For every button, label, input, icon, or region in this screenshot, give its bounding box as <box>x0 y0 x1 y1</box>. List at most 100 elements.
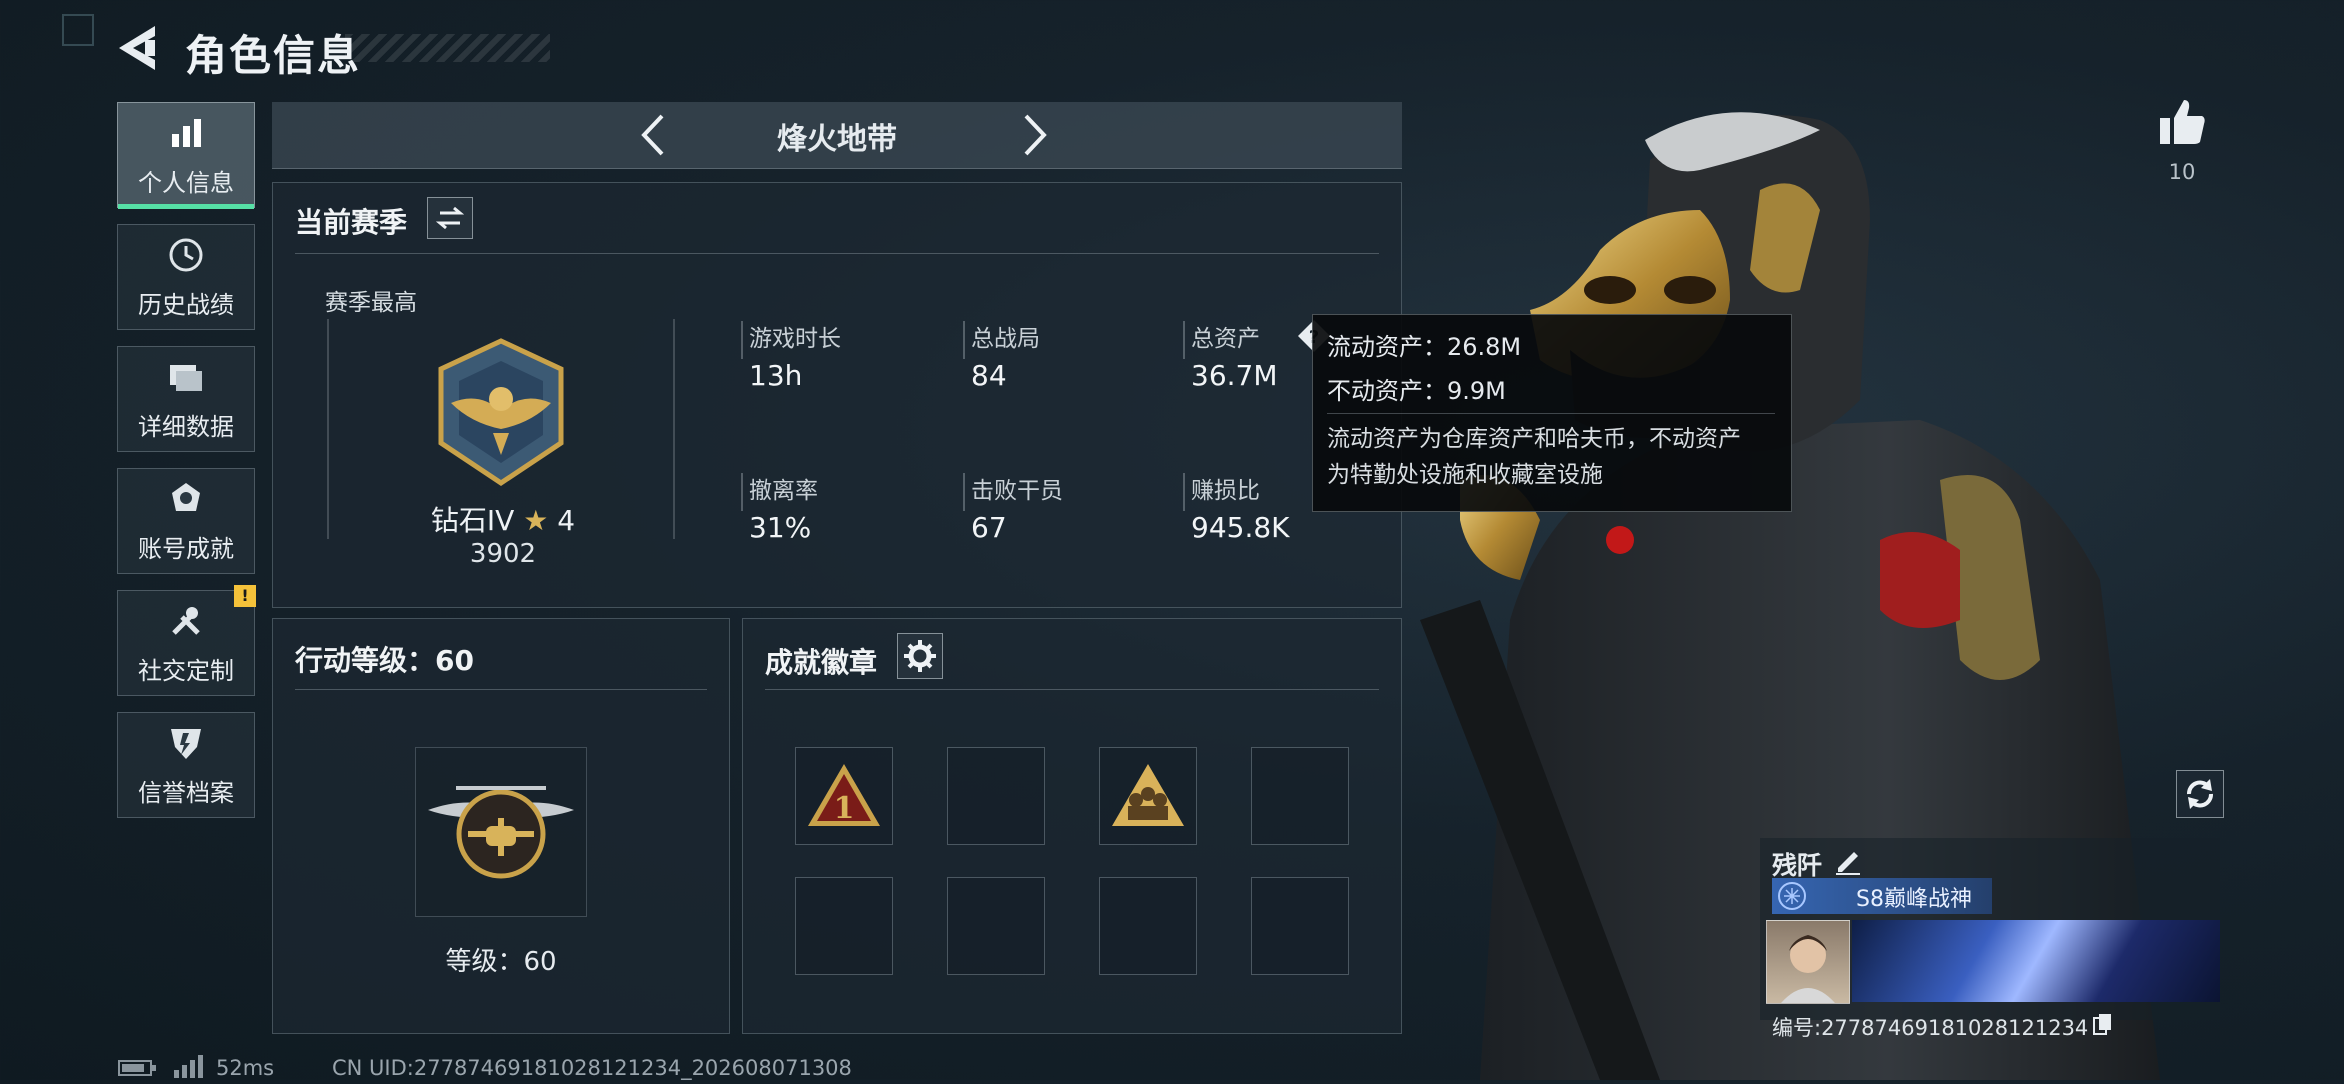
signal-icon <box>172 1054 204 1078</box>
copy-id-button[interactable] <box>2092 1012 2114 1036</box>
edit-name-button[interactable] <box>1832 844 1864 876</box>
refresh-icon <box>2187 779 2213 809</box>
sidebar-item-reputation[interactable]: 信誉档案 <box>117 712 255 818</box>
refresh-button[interactable] <box>2176 770 2224 818</box>
rank-stars: 4 <box>557 504 576 537</box>
player-avatar[interactable] <box>1766 920 1850 1004</box>
stat-label-assets: 总资产 <box>1191 326 1260 352</box>
sidebar-item-label: 详细数据 <box>138 412 234 441</box>
tools-icon <box>166 601 206 641</box>
stat-divider <box>741 321 743 359</box>
player-name: 残阡 <box>1772 851 1823 880</box>
ping-text: 52ms <box>216 1056 275 1080</box>
badge-slot[interactable] <box>1099 877 1197 975</box>
stat-value-profit-ratio: 945.8K <box>1191 511 1290 544</box>
mode-title: 烽火地带 <box>777 122 897 157</box>
season-title: 当前赛季 <box>295 206 408 239</box>
badge-slot[interactable] <box>1099 747 1197 845</box>
sidebar-item-details[interactable]: 详细数据 <box>117 346 255 452</box>
medal-icon <box>166 479 206 519</box>
badge-slot[interactable] <box>1251 747 1349 845</box>
sidebar-item-social[interactable]: 社交定制 ! <box>117 585 256 696</box>
tooltip-liquid-assets: 流动资产：26.8M <box>1327 333 1522 361</box>
stat-divider <box>1183 321 1185 359</box>
achievements-panel: 成就徽章 1 <box>742 618 1402 1034</box>
svg-text:1: 1 <box>834 791 855 826</box>
stat-label-profit-ratio: 赚损比 <box>1191 478 1260 504</box>
back-button[interactable] <box>115 22 161 74</box>
stat-value-matches: 84 <box>971 359 1007 392</box>
stat-value-kills: 67 <box>971 511 1007 544</box>
action-level-title: 行动等级：60 <box>295 644 474 677</box>
sidebar-item-achievements[interactable]: 账号成就 <box>117 468 255 574</box>
star-icon: ★ <box>523 504 549 537</box>
sidebar-item-label: 社交定制 <box>138 656 234 685</box>
stat-divider <box>1183 473 1185 511</box>
tooltip-note-line1: 流动资产为仓库资产和哈夫币，不动资产 <box>1327 426 1741 452</box>
badge-slot[interactable] <box>1251 877 1349 975</box>
badge-slot[interactable]: 1 <box>795 747 893 845</box>
stat-divider <box>741 473 743 511</box>
shield-icon <box>166 723 206 763</box>
tooltip-fixed-assets: 不动资产：9.9M <box>1327 377 1506 405</box>
stat-value-extraction-rate: 31% <box>749 511 812 544</box>
tooltip-note-line2: 为特勤处设施和收藏室设施 <box>1327 462 1603 488</box>
clock-icon <box>166 235 206 275</box>
squad-badge-icon <box>1112 764 1184 826</box>
player-id: 编号:2778746918102812123​4 <box>1772 1016 2089 1040</box>
chevron-right-icon <box>1024 114 1047 156</box>
player-title-text: S8巅峰战神 <box>1856 887 1972 912</box>
rank-score: 3902 <box>469 539 537 569</box>
rank-emblem-icon <box>421 333 581 493</box>
copy-icon <box>2093 1014 2111 1035</box>
rank-name: 钻石IV ★ 4 <box>423 499 583 539</box>
divider <box>295 689 707 690</box>
page-title: 角色信息 <box>185 31 362 80</box>
action-level-text: 等级：60 <box>445 947 557 977</box>
mode-selector: 烽火地带 <box>272 102 1402 169</box>
tooltip-divider <box>1327 413 1775 414</box>
avatar-image <box>1781 935 1835 1003</box>
pencil-icon <box>1836 852 1860 875</box>
action-level-emblem-icon <box>415 747 587 917</box>
swap-icon <box>435 206 465 230</box>
stat-divider <box>963 473 965 511</box>
achievements-title: 成就徽章 <box>765 646 878 679</box>
badge-slot[interactable] <box>795 877 893 975</box>
sidebar-item-label: 个人信息 <box>138 168 234 197</box>
folder-icon <box>166 357 206 397</box>
back-arrow-icon <box>119 26 155 70</box>
like-count: 10 <box>2168 160 2196 184</box>
warning-badge: ! <box>234 585 256 607</box>
gear-icon <box>904 640 936 672</box>
achievements-settings-button[interactable] <box>897 633 943 679</box>
battery-icon <box>118 1058 158 1078</box>
stat-value-playtime: 13h <box>749 359 803 392</box>
badge-slot[interactable] <box>947 747 1045 845</box>
title-stripe-decoration <box>345 34 550 62</box>
season-panel: 当前赛季 赛季最高 钻石IV ★ 4 3902 游戏时长 13h 总战局 84 … <box>272 182 1402 608</box>
player-banner-image[interactable] <box>1852 920 2220 1002</box>
uid-text: CN UID:27787469181028121234_202608071308 <box>332 1056 852 1080</box>
badge-slot[interactable] <box>947 877 1045 975</box>
triangle-badge-icon: 1 <box>808 764 880 826</box>
divider <box>295 253 1379 254</box>
stat-label-playtime: 游戏时长 <box>749 326 841 352</box>
season-switch-button[interactable] <box>427 197 473 239</box>
sidebar-item-personal-info[interactable]: 个人信息 <box>117 102 255 209</box>
stat-label-extraction-rate: 撤离率 <box>749 478 818 504</box>
next-mode-button[interactable] <box>1010 112 1056 158</box>
sidebar-item-history[interactable]: 历史战绩 <box>117 224 255 330</box>
stat-value-assets: 36.7M <box>1191 359 1278 392</box>
sidebar-item-label: 历史战绩 <box>138 290 234 319</box>
assets-tooltip: 流动资产：26.8M 不动资产：9.9M 流动资产为仓库资产和哈夫币，不动资产 … <box>1312 314 1792 512</box>
sidebar-item-label: 信誉档案 <box>138 778 234 807</box>
player-title-badge: S8巅峰战神 <box>1772 878 1992 914</box>
season-best-label: 赛季最高 <box>325 290 417 316</box>
bar-chart-icon <box>166 113 206 153</box>
sidebar-item-label: 账号成就 <box>138 534 234 563</box>
stat-label-kills: 击败干员 <box>971 478 1063 504</box>
like-button[interactable] <box>2156 96 2208 148</box>
corner-decoration <box>62 14 94 46</box>
divider <box>765 689 1379 690</box>
